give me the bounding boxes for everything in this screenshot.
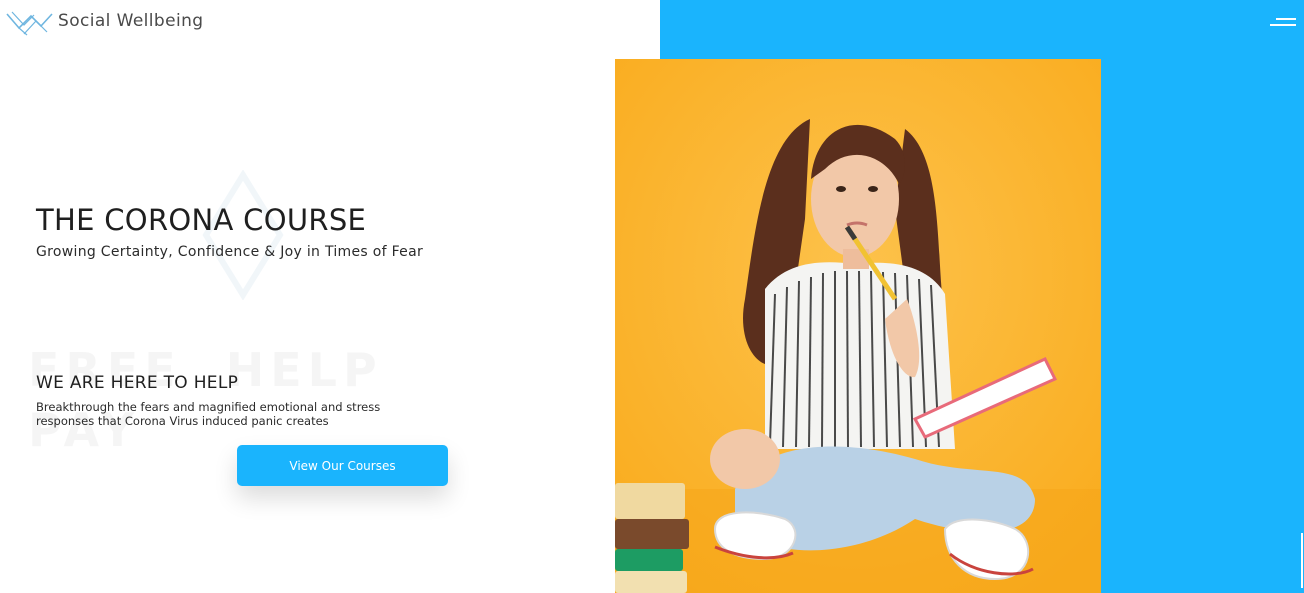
brand-name[interactable]: Social Wellbeing (58, 11, 203, 31)
page-subtitle: Growing Certainty, Confidence & Joy in T… (36, 244, 424, 260)
social-wellbeing-logo-icon[interactable] (6, 8, 54, 36)
header: Social Wellbeing (0, 0, 660, 46)
page-title: THE CORONA COURSE (36, 203, 367, 237)
scroll-indicator (1301, 533, 1303, 588)
background-text-decoration: FREE HELP PAY (28, 340, 383, 460)
hamburger-menu-icon[interactable] (1268, 16, 1296, 30)
hero-photo (615, 59, 1101, 593)
